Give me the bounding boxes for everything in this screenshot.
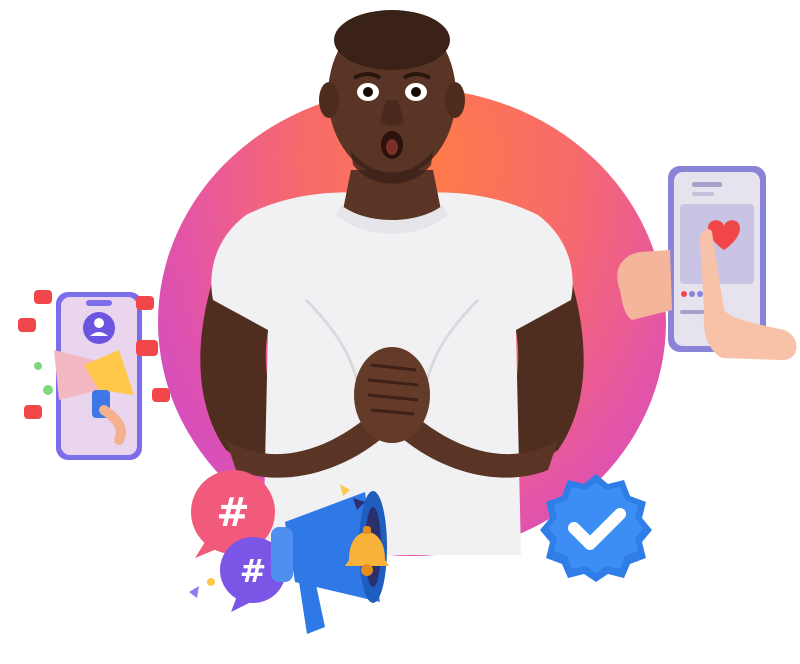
social-media-hero-illustration: # #: [0, 0, 800, 664]
verified-badge-icon: [540, 474, 652, 582]
social-phone-icon: [18, 290, 170, 460]
like-phone-icon: [617, 166, 797, 360]
hashtag-symbol-purple: #: [240, 552, 267, 590]
bell-icon: [345, 526, 389, 576]
hashtag-symbol-pink: #: [216, 490, 250, 536]
